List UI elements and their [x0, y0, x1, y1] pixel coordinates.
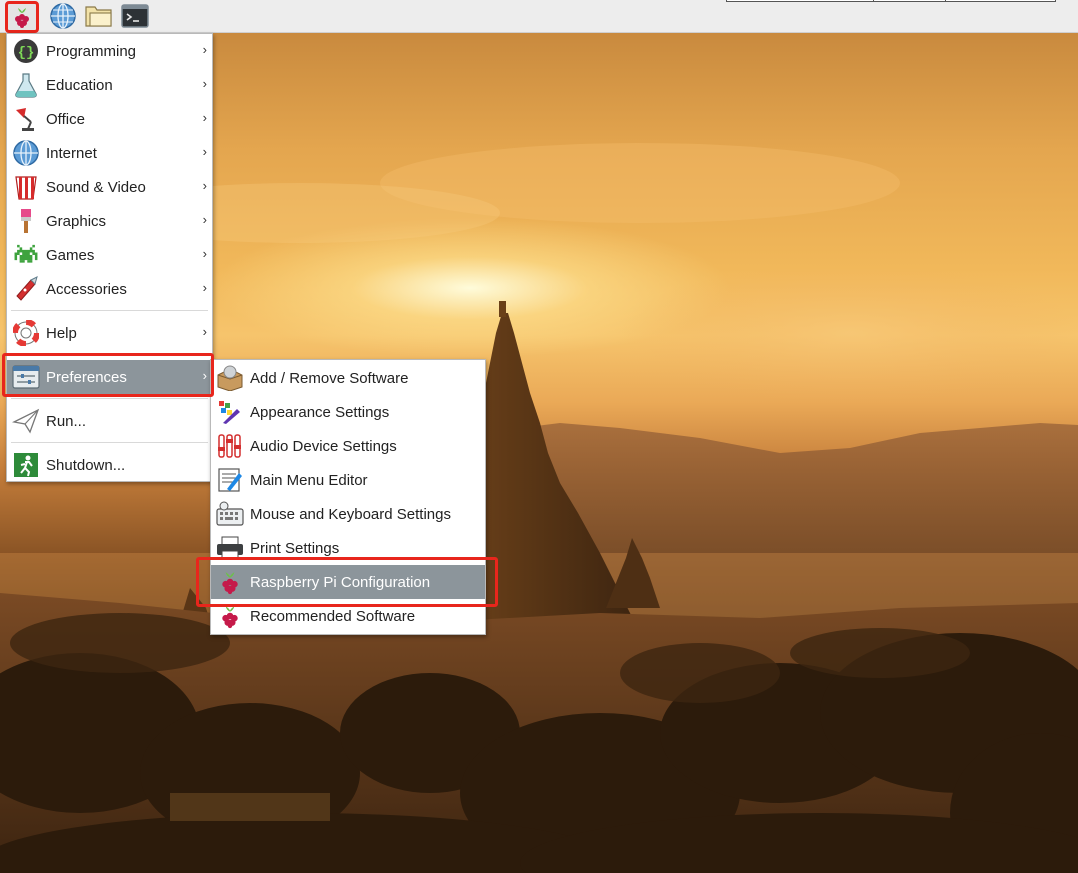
menu-item-label: Sound & Video — [46, 178, 146, 196]
raspberry-icon — [15, 8, 29, 28]
menu-item-label: Audio Device Settings — [250, 437, 397, 455]
popcorn-icon — [11, 172, 41, 202]
menu-item-mouse-keyboard-settings[interactable]: Mouse and Keyboard Settings — [211, 497, 485, 531]
menu-item-print-settings[interactable]: Print Settings — [211, 531, 485, 565]
paper-plane-icon — [11, 406, 41, 436]
chevron-right-icon: › — [202, 144, 207, 159]
web-browser-launcher[interactable] — [48, 2, 78, 30]
menu-item-run[interactable]: Run... — [7, 404, 212, 438]
raspberry-icon — [215, 601, 245, 631]
menu-item-shutdown[interactable]: Shutdown... — [7, 448, 212, 482]
menu-item-label: Programming — [46, 42, 137, 60]
menu-item-programming[interactable]: {} Programming › — [7, 34, 212, 68]
taskbar-window-area — [726, 0, 1056, 2]
menu-item-recommended-software[interactable]: Recommended Software — [211, 599, 485, 633]
package-icon — [215, 363, 245, 393]
menu-item-add-remove-software[interactable]: Add / Remove Software — [211, 361, 485, 395]
menu-separator — [11, 442, 208, 443]
printer-icon — [215, 533, 245, 563]
top-panel — [0, 0, 1078, 33]
menu-item-accessories[interactable]: Accessories › — [7, 272, 212, 306]
palette-icon — [215, 397, 245, 427]
menu-item-label: Raspberry Pi Configuration — [250, 573, 431, 591]
menu-item-label: Graphics — [46, 212, 107, 230]
applications-menu: {} Programming › Education › Office › In… — [6, 33, 213, 482]
terminal-icon — [121, 4, 149, 28]
menu-item-help[interactable]: Help › — [7, 316, 212, 350]
menu-item-label: Mouse and Keyboard Settings — [250, 505, 451, 523]
space-invader-icon — [11, 240, 41, 270]
menu-item-label: Games — [46, 246, 95, 264]
chevron-right-icon: › — [202, 246, 207, 261]
menu-item-label: Education — [46, 76, 113, 94]
menu-item-label: Office — [46, 110, 85, 128]
lifebuoy-icon — [11, 318, 41, 348]
menu-editor-icon — [215, 465, 245, 495]
keyboard-mouse-icon — [215, 499, 245, 529]
menu-separator — [11, 398, 208, 399]
menu-item-sound-video[interactable]: Sound & Video › — [7, 170, 212, 204]
chevron-right-icon: › — [202, 178, 207, 193]
menu-item-raspberry-pi-configuration[interactable]: Raspberry Pi Configuration — [211, 565, 485, 599]
applications-menu-button[interactable] — [5, 1, 39, 33]
preferences-submenu: Add / Remove Software Appearance Setting… — [210, 359, 486, 635]
chevron-right-icon: › — [202, 280, 207, 295]
menu-item-label: Print Settings — [250, 539, 340, 557]
menu-item-label: Appearance Settings — [250, 403, 390, 421]
paintbrush-icon — [11, 206, 41, 236]
menu-item-office[interactable]: Office › — [7, 102, 212, 136]
chevron-right-icon: › — [202, 368, 207, 383]
menu-item-appearance-settings[interactable]: Appearance Settings — [211, 395, 485, 429]
menu-item-graphics[interactable]: Graphics › — [7, 204, 212, 238]
chevron-right-icon: › — [202, 212, 207, 227]
office-lamp-icon — [11, 104, 41, 134]
menu-item-label: Main Menu Editor — [250, 471, 368, 489]
menu-item-label: Run... — [46, 412, 87, 430]
menu-item-label: Preferences — [46, 368, 127, 386]
pocket-knife-icon — [11, 274, 41, 304]
svg-text:{}: {} — [18, 45, 35, 61]
terminal-launcher[interactable] — [120, 2, 150, 30]
menu-item-label: Internet — [46, 144, 97, 162]
menu-separator — [11, 310, 208, 311]
chevron-right-icon: › — [202, 324, 207, 339]
programming-icon: {} — [11, 36, 41, 66]
raspberry-icon — [215, 567, 245, 597]
preferences-icon — [11, 362, 41, 392]
menu-item-label: Recommended Software — [250, 607, 416, 625]
menu-item-audio-device-settings[interactable]: Audio Device Settings — [211, 429, 485, 463]
menu-item-label: Help — [46, 324, 77, 342]
globe-icon — [11, 138, 41, 168]
menu-item-label: Add / Remove Software — [250, 369, 409, 387]
chevron-right-icon: › — [202, 76, 207, 91]
menu-separator — [11, 354, 208, 355]
globe-icon — [50, 3, 76, 29]
chevron-right-icon: › — [202, 110, 207, 125]
mixer-icon — [215, 431, 245, 461]
menu-item-label: Accessories — [46, 280, 127, 298]
flask-icon — [11, 70, 41, 100]
menu-item-main-menu-editor[interactable]: Main Menu Editor — [211, 463, 485, 497]
menu-item-education[interactable]: Education › — [7, 68, 212, 102]
menu-item-games[interactable]: Games › — [7, 238, 212, 272]
menu-item-internet[interactable]: Internet › — [7, 136, 212, 170]
menu-item-label: Shutdown... — [46, 456, 126, 474]
file-manager-launcher[interactable] — [84, 2, 114, 30]
folder-icon — [85, 6, 112, 27]
chevron-right-icon: › — [202, 42, 207, 57]
menu-item-preferences[interactable]: Preferences › — [7, 360, 212, 394]
running-man-icon — [11, 450, 41, 480]
